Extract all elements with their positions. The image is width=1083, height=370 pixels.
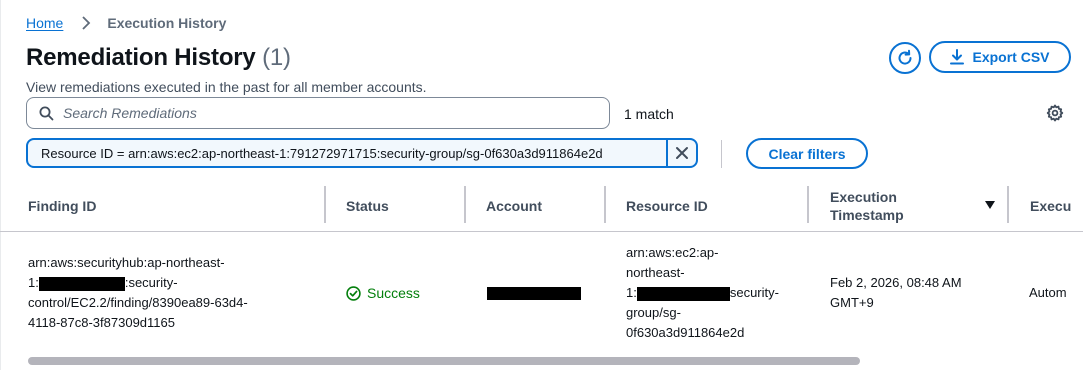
finding-id-line: 4118-87c8-3f87309d1165 [28,315,175,330]
resource-id-line: 0f630a3d911864e2d [626,325,745,340]
export-csv-label: Export CSV [972,49,1050,65]
page-description: View remediations executed in the past f… [26,79,427,95]
clear-filters-button[interactable]: Clear filters [746,138,868,169]
column-header-resource-id[interactable]: Resource ID [626,180,708,232]
filter-token-label[interactable]: Resource ID = arn:aws:ec2:ap-northeast-1… [28,145,666,161]
search-icon [39,106,54,120]
resource-id-line: group/sg- [626,305,681,320]
finding-id-cell: arn:aws:securityhub:ap-northeast- 1: :sec… [28,253,248,333]
resource-id-prefix: 1: [626,285,637,300]
refresh-icon [898,49,912,65]
column-header-executor[interactable]: Execu [1030,180,1071,232]
page-title-text: Remediation History [26,44,256,71]
search-input[interactable] [63,105,583,121]
timestamp-line: GMT+9 [830,295,874,310]
timestamp-line: Feb 2, 2026, 08:48 AM [830,275,962,290]
redacted-account [487,287,581,300]
finding-id-line: control/EC2.2/finding/8390ea89-63d4- [28,295,248,310]
success-icon [346,285,361,301]
redacted-account [636,286,730,301]
column-resizer[interactable] [464,186,466,223]
account-cell [487,287,581,300]
close-icon [676,147,688,159]
table-row: arn:aws:securityhub:ap-northeast- 1: :sec… [0,233,1083,353]
breadcrumb-home-link[interactable]: Home [26,15,63,31]
gear-icon[interactable] [1046,104,1064,122]
column-header-account[interactable]: Account [486,180,542,232]
resource-id-line: northeast- [626,265,685,280]
resource-id-line: 1: security- [626,283,779,303]
finding-id-line: 1: :security- [28,273,248,293]
filter-token[interactable]: Resource ID = arn:aws:ec2:ap-northeast-1… [26,138,698,168]
timestamp-cell: Feb 2, 2026, 08:48 AM GMT+9 [830,273,962,313]
column-resizer[interactable] [807,186,809,223]
page-title: Remediation History (1) [26,44,291,72]
column-resizer[interactable] [1007,186,1009,223]
column-header-execution-timestamp-line1: Execution [830,189,897,205]
column-resizer[interactable] [324,186,326,223]
table-header: Finding ID Status Account Resource ID Ex… [0,180,1083,232]
column-resizer[interactable] [604,186,606,223]
filter-token-text: Resource ID = arn:aws:ec2:ap-northeast-1… [41,145,603,161]
filter-remove-button[interactable] [666,140,696,166]
executor-cell: Autom [1029,285,1067,300]
sort-descending-icon[interactable] [984,200,996,210]
search-field[interactable] [26,97,610,129]
refresh-button[interactable] [889,42,921,74]
chevron-right-icon [77,14,95,32]
finding-id-suffix: :security- [124,275,178,290]
filter-divider [721,140,722,168]
export-csv-button[interactable]: Export CSV [929,41,1071,73]
status-label: Success [367,285,420,301]
status-badge: Success [346,283,420,303]
page-title-count: (1) [262,44,291,71]
column-header-execution-timestamp[interactable]: Execution Timestamp [830,180,904,232]
resource-id-cell: arn:aws:ec2:ap- northeast- 1: security- g… [626,243,779,343]
resource-id-line: arn:aws:ec2:ap- [626,245,719,260]
scrollbar-thumb[interactable] [28,357,860,365]
breadcrumb: Home Execution History [26,14,226,32]
match-count: 1 match [624,106,674,122]
horizontal-scrollbar[interactable] [26,354,1083,366]
resource-id-suffix: security- [729,285,779,300]
finding-id-line: arn:aws:securityhub:ap-northeast- [28,255,225,270]
column-header-status[interactable]: Status [346,180,389,232]
column-header-execution-timestamp-line2: Timestamp [830,207,904,223]
column-header-finding-id[interactable]: Finding ID [28,180,96,232]
breadcrumb-current: Execution History [107,15,227,31]
finding-id-prefix: 1: [28,275,39,290]
download-icon [950,49,965,65]
redacted-account [38,276,125,291]
